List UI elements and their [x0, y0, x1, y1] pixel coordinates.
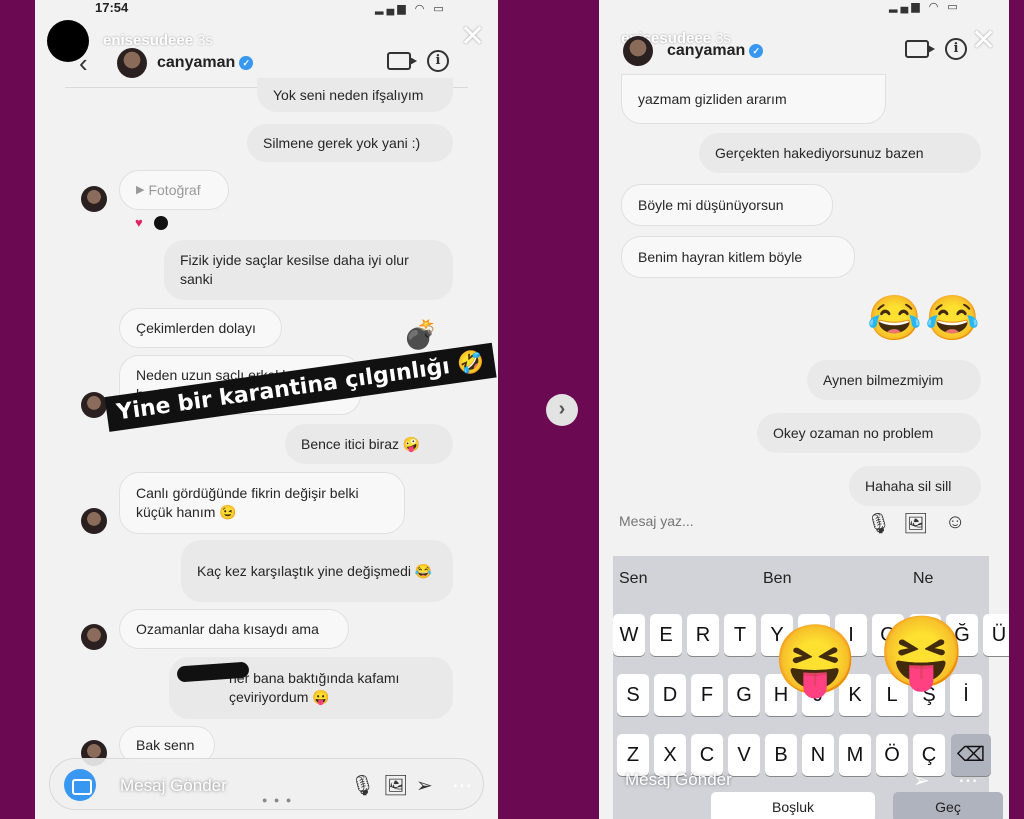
message-out: Yok seni neden ifşalıyım — [257, 78, 453, 112]
key[interactable]: G — [728, 674, 760, 716]
left-story-screen: 17:54 ▂▄▆ ◠ ▭ enisesudeee 3s ✕ ‹ canyaman… — [35, 0, 498, 819]
chat-avatar[interactable] — [117, 48, 147, 78]
send-icon[interactable]: ➢ — [416, 773, 433, 798]
message-out: Okey ozaman no problem — [757, 413, 981, 453]
message-out: Gerçekten hakediyorsunuz bazen — [699, 133, 981, 173]
message-send-label[interactable]: Mesaj Gönder — [625, 770, 732, 790]
gallery-icon[interactable]: 🖼 — [383, 773, 408, 798]
message-out: Hahaha sil sill — [849, 466, 981, 506]
key[interactable]: N — [802, 734, 834, 776]
reaction-avatar — [154, 216, 168, 230]
keyboard: Sen Ben Ne WERTYUIOPĞÜ SDFGHJKLŞİ ZXCVBN… — [613, 556, 1009, 819]
message-input[interactable] — [611, 503, 811, 539]
message-in: Çekimlerden dolayı — [119, 308, 282, 348]
send-icon[interactable]: ➢ — [913, 768, 930, 793]
next-story-icon[interactable]: › — [546, 394, 578, 426]
info-icon[interactable]: i — [427, 50, 449, 72]
photo-message[interactable]: ▶ Fotoğraf — [119, 170, 229, 210]
message-out: Aynen bilmezmiyim — [807, 360, 981, 400]
space-key[interactable]: Boşluk — [711, 792, 875, 819]
chat-name[interactable]: canyaman ✓ — [667, 42, 764, 60]
verified-icon: ✓ — [239, 56, 254, 70]
laughing-emoji-icon: 😂 — [925, 294, 980, 343]
suggestion-item[interactable]: Ne — [913, 570, 933, 588]
story-progress-dots: ● ● ● — [262, 795, 294, 805]
squinting-tongue-emoji-icon: 😝 — [773, 622, 858, 698]
suggestion-item[interactable]: Sen — [619, 570, 647, 588]
message-out: Bence itici biraz 🤪 — [285, 424, 453, 464]
play-icon: ▶ — [136, 183, 145, 196]
chat-avatar[interactable] — [623, 36, 653, 66]
mic-icon[interactable]: 🎙 — [350, 773, 375, 798]
sticker-icon[interactable]: ☺ — [945, 511, 965, 534]
message-send-label[interactable]: Mesaj Gönder — [120, 776, 227, 796]
mic-icon[interactable]: 🎙 — [866, 511, 891, 536]
suggestion-item[interactable]: Ben — [763, 570, 791, 588]
chat-header: canyaman ✓ i — [615, 28, 989, 74]
message-in: yazmam gizliden ararım — [621, 74, 886, 124]
photo-label: Fotoğraf — [148, 181, 201, 198]
message-out: Silmene gerek yok yani :) — [247, 124, 453, 162]
key[interactable]: E — [650, 614, 682, 656]
squinting-tongue-emoji-icon: 😝 — [878, 613, 966, 691]
contact-avatar — [81, 392, 107, 418]
key[interactable]: W — [613, 614, 645, 656]
right-story-screen: ▂▄▆ ◠ ▭ enisesudeee 3s ✕ canyaman ✓ i yazm… — [599, 0, 1009, 819]
key[interactable]: F — [691, 674, 723, 716]
chat-name-label: canyaman — [157, 54, 236, 71]
message-out: Fizik iyide saçlar kesilse daha iyi olur… — [164, 240, 453, 300]
key[interactable]: S — [617, 674, 649, 716]
message-out: Kaç kez karşılaştık yine değişmedi 😂 — [181, 540, 453, 602]
go-key[interactable]: Geç — [893, 792, 1003, 819]
story-reply-bar: Mesaj Gönder ● ● ● 🎙 🖼 ➢ ⋯ — [49, 758, 484, 810]
status-icons: ▂▄▆ ◠ ▭ — [889, 1, 961, 13]
gallery-icon[interactable]: 🖼 — [903, 511, 928, 536]
key[interactable]: R — [687, 614, 719, 656]
key[interactable]: B — [765, 734, 797, 776]
message-input-bar: 🎙 🖼 ☺ — [611, 503, 983, 543]
bomb-icon: 💣 — [403, 319, 438, 350]
back-icon[interactable]: ‹ — [79, 48, 88, 79]
video-call-icon[interactable] — [905, 40, 935, 58]
heart-reaction-icon: ♥ — [135, 215, 143, 230]
chat-name[interactable]: canyaman ✓ — [157, 54, 254, 72]
message-in: Böyle mi düşünüyorsun — [621, 184, 833, 226]
more-icon[interactable]: ⋯ — [452, 773, 472, 798]
message-in: Benim hayran kitlem böyle — [621, 236, 855, 278]
camera-icon[interactable] — [64, 769, 96, 801]
message-in: Canlı gördüğünde fikrin değişir belki kü… — [119, 472, 405, 534]
status-time: 17:54 — [95, 0, 129, 15]
key[interactable]: Ü — [983, 614, 1009, 656]
key[interactable]: Ö — [876, 734, 908, 776]
key[interactable]: M — [839, 734, 871, 776]
status-icons: ▂▄▆ ◠ ▭ — [375, 3, 447, 15]
key[interactable]: T — [724, 614, 756, 656]
contact-avatar — [81, 186, 107, 212]
key[interactable]: V — [728, 734, 760, 776]
video-call-icon[interactable] — [387, 52, 417, 70]
info-icon[interactable]: i — [945, 38, 967, 60]
chat-name-label: canyaman — [667, 42, 746, 59]
message-in: Ozamanlar daha kısaydı ama — [119, 609, 349, 649]
more-icon[interactable]: ⋯ — [958, 768, 978, 793]
contact-avatar — [81, 624, 107, 650]
verified-icon: ✓ — [749, 44, 764, 58]
key[interactable]: D — [654, 674, 686, 716]
laughing-emoji-icon: 😂 — [867, 294, 922, 343]
contact-avatar — [81, 508, 107, 534]
